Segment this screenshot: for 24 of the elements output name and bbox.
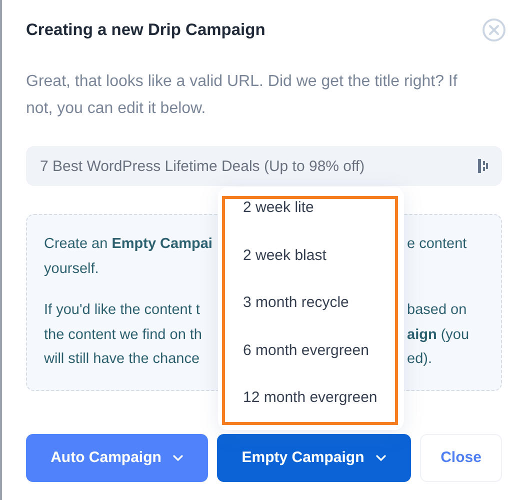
caret-icon [173,454,184,460]
dialog-title: Creating a new Drip Campaign [26,20,266,40]
campaign-button[interactable]: Empty Campaign [217,434,411,482]
menu-item[interactable]: 3 month recycle [225,294,395,342]
title-input-field[interactable]: 7 Best WordPress Lifetime Deals (Up to 98% off) [26,146,502,186]
info-text: based on [407,301,468,320]
info-text: yourself. [44,260,100,278]
info-text: If you'd like the content t [44,301,201,320]
caret-icon [376,454,386,460]
grip-icon [478,158,488,174]
close-icon[interactable] [482,18,506,42]
info-text: the content we find on th [44,326,203,344]
info-text: will still have the chance [44,350,201,369]
campaign-button[interactable]: Auto Campaign [26,434,208,482]
info-text: aign (you [407,326,470,344]
info-text: e content [407,235,468,254]
menu-item[interactable]: 2 week blast [225,246,395,294]
info-text: ed). [407,350,433,369]
menu-item[interactable]: 6 month evergreen [225,342,395,389]
dialog-description: Great, that looks like a valid URL. Did we get the title right? If not, you can edit it below. [26,72,458,119]
menu-item[interactable]: 12 month evergreen [225,389,395,436]
info-text: Create an Empty Campai [44,235,214,254]
menu-item[interactable]: 2 week lite [225,199,395,246]
campaign-button[interactable]: Close [420,434,502,482]
